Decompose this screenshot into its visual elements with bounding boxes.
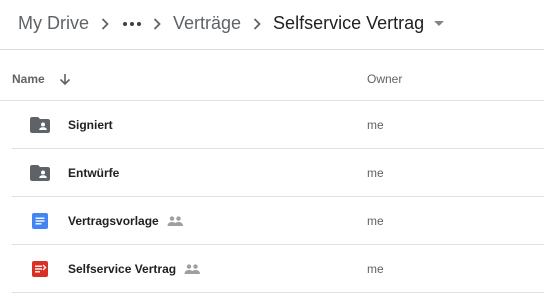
breadcrumb: My Drive Verträge Selfservice Vertrag: [0, 0, 544, 47]
file-row-signiert[interactable]: Signiert me: [12, 101, 544, 149]
file-name-wrapper: Selfservice Vertrag: [68, 245, 201, 292]
file-name: Selfservice Vertrag: [68, 261, 177, 276]
column-header-name-label: Name: [12, 72, 45, 86]
chevron-right-icon: [253, 17, 261, 30]
file-name-wrapper: Vertragsvorlage: [68, 197, 184, 244]
file-owner: me: [367, 165, 384, 180]
chevron-right-icon: [101, 17, 109, 30]
file-row-selfservice-vertrag[interactable]: Selfservice Vertrag me: [12, 245, 544, 293]
breadcrumb-my-drive[interactable]: My Drive: [18, 13, 89, 34]
arrow-drop-down-icon[interactable]: [434, 20, 445, 27]
file-owner: me: [367, 117, 384, 132]
file-name: Signiert: [68, 117, 113, 132]
form-icon: [30, 260, 50, 278]
file-name: Entwürfe: [68, 165, 120, 180]
file-name: Vertragsvorlage: [68, 213, 159, 228]
file-row-vertragsvorlage[interactable]: Vertragsvorlage me: [12, 197, 544, 245]
shared-people-icon: [167, 215, 184, 226]
file-owner: me: [367, 213, 384, 228]
column-header-name[interactable]: Name: [12, 58, 71, 100]
file-owner: me: [367, 261, 384, 276]
breadcrumb-vertraege[interactable]: Verträge: [173, 13, 241, 34]
arrow-down-icon[interactable]: [59, 73, 71, 86]
shared-folder-icon: [30, 116, 50, 134]
breadcrumb-divider: [0, 49, 544, 50]
shared-people-icon: [184, 263, 201, 274]
breadcrumb-current-folder[interactable]: Selfservice Vertrag: [273, 13, 424, 34]
google-docs-icon: [30, 212, 50, 230]
file-list-header: Name Owner: [0, 58, 544, 101]
column-header-owner[interactable]: Owner: [367, 58, 402, 100]
column-header-owner-label: Owner: [367, 72, 403, 86]
file-row-entwuerfe[interactable]: Entwürfe me: [12, 149, 544, 197]
shared-folder-icon: [30, 164, 50, 182]
chevron-right-icon: [153, 17, 161, 30]
more-horiz-icon[interactable]: [123, 21, 141, 26]
